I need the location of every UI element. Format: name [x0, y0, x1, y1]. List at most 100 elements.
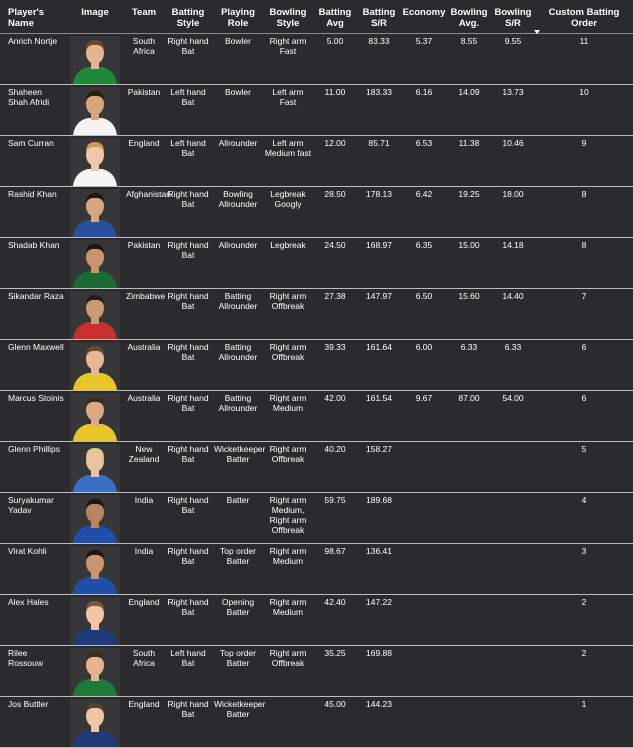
player-image-cell — [65, 390, 125, 442]
batting-sr-cell: 168.97 — [357, 237, 401, 289]
bowling-style-cell: Right arm Medium — [263, 594, 313, 646]
batting-style-cell: Left hand Bat — [163, 84, 213, 136]
bowling-style-cell: Right arm Offbreak — [263, 288, 313, 340]
team-cell: South Africa — [125, 33, 163, 85]
bowling-sr-cell: 10.46 — [491, 135, 535, 187]
col-header-batting-avg[interactable]: Batting Avg — [313, 0, 357, 34]
batting-sr-cell: 189.68 — [357, 492, 401, 544]
batting-avg-cell: 59.75 — [313, 492, 357, 544]
economy-cell — [401, 543, 447, 595]
col-header-custom-batting-order[interactable]: Custom Batting Order — [535, 0, 633, 34]
custom-batting-order-cell: 9 — [535, 135, 633, 187]
custom-batting-order-cell: 3 — [535, 543, 633, 595]
player-name-cell: Sam Curran — [0, 135, 65, 187]
bowling-sr-cell: 14.40 — [491, 288, 535, 340]
player-image-cell — [65, 84, 125, 136]
col-header-bowling-avg[interactable]: Bowling Avg. — [447, 0, 491, 34]
batting-avg-cell: 24.50 — [313, 237, 357, 289]
bowling-avg-cell: 87.00 — [447, 390, 491, 442]
custom-batting-order-cell: 2 — [535, 645, 633, 697]
batting-sr-cell: 169.88 — [357, 645, 401, 697]
player-photo — [70, 699, 120, 747]
team-cell: Australia — [125, 339, 163, 391]
economy-cell: 6.35 — [401, 237, 447, 289]
team-cell: India — [125, 543, 163, 595]
bowling-avg-cell — [447, 543, 491, 595]
table-row: Rilee Rossouw South Africa Left hand Bat To… — [0, 645, 633, 697]
team-cell: Australia — [125, 390, 163, 442]
custom-batting-order-cell: 7 — [535, 288, 633, 340]
player-name-cell: Shadab Khan — [0, 237, 65, 289]
player-image-cell — [65, 441, 125, 493]
player-image-cell — [65, 492, 125, 544]
col-header-playing-role[interactable]: Playing Role — [213, 0, 263, 34]
player-photo — [70, 393, 120, 441]
bowling-sr-cell: 9.55 — [491, 33, 535, 85]
sort-descending-icon[interactable] — [534, 30, 540, 34]
playing-role-cell: Allrounder — [213, 237, 263, 289]
col-header-batting-style[interactable]: Batting Style — [163, 0, 213, 34]
playing-role-cell: Top order Batter — [213, 645, 263, 697]
player-photo — [70, 444, 120, 492]
table-row: Shaheen Shah Afridi Pakistan Left hand Bat… — [0, 84, 633, 136]
batting-sr-cell: 83.33 — [357, 33, 401, 85]
playing-role-cell: Bowler — [213, 33, 263, 85]
table-row: Jos Buttler England Right hand Bat Wicketke… — [0, 696, 633, 748]
bowling-sr-cell — [491, 492, 535, 544]
team-cell: India — [125, 492, 163, 544]
batting-style-cell: Right hand Bat — [163, 441, 213, 493]
bowling-sr-cell — [491, 645, 535, 697]
bowling-sr-cell — [491, 696, 535, 748]
player-image-cell — [65, 339, 125, 391]
batting-avg-cell: 11.00 — [313, 84, 357, 136]
bowling-avg-cell — [447, 696, 491, 748]
bowling-style-cell: Right arm Medium, Right arm Offbreak — [263, 492, 313, 544]
batting-sr-cell: 161.54 — [357, 390, 401, 442]
bowling-style-cell: Right arm Fast — [263, 33, 313, 85]
bowling-avg-cell — [447, 645, 491, 697]
batting-style-cell: Right hand Bat — [163, 288, 213, 340]
playing-role-cell: Batting Allrounder — [213, 288, 263, 340]
player-name-cell: Rashid Khan — [0, 186, 65, 238]
player-photo — [70, 495, 120, 543]
custom-batting-order-cell: 1 — [535, 696, 633, 748]
team-cell: England — [125, 135, 163, 187]
player-photo — [70, 240, 120, 288]
player-name-cell: Suryakumar Yadav — [0, 492, 65, 544]
bowling-avg-cell: 11.38 — [447, 135, 491, 187]
batting-style-cell: Right hand Bat — [163, 237, 213, 289]
player-name-cell: Anrich Nortje — [0, 33, 65, 85]
player-image-cell — [65, 186, 125, 238]
col-header-name[interactable]: Player's Name — [0, 0, 65, 34]
col-header-batting-sr[interactable]: Batting S/R — [357, 0, 401, 34]
batting-style-cell: Right hand Bat — [163, 390, 213, 442]
col-header-team[interactable]: Team — [125, 0, 163, 34]
col-header-bowling-style[interactable]: Bowling Style — [263, 0, 313, 34]
col-header-economy[interactable]: Economy — [401, 0, 447, 34]
batting-sr-cell: 147.22 — [357, 594, 401, 646]
custom-batting-order-cell: 2 — [535, 594, 633, 646]
bowling-style-cell: Right arm Medium — [263, 390, 313, 442]
batting-style-cell: Left hand Bat — [163, 135, 213, 187]
batting-sr-cell: 136.41 — [357, 543, 401, 595]
playing-role-cell: Batting Allrounder — [213, 339, 263, 391]
bowling-sr-cell: 13.73 — [491, 84, 535, 136]
team-cell: South Africa — [125, 645, 163, 697]
custom-batting-order-cell: 6 — [535, 339, 633, 391]
player-photo — [70, 546, 120, 594]
table-row: Rashid Khan Afghanistan Right hand Bat Bowl… — [0, 186, 633, 238]
table-row: Alex Hales England Right hand Bat Opening B… — [0, 594, 633, 646]
batting-style-cell: Right hand Bat — [163, 696, 213, 748]
bowling-style-cell: Legbreak — [263, 237, 313, 289]
col-header-image[interactable]: Image — [65, 0, 125, 34]
team-cell: New Zealand — [125, 441, 163, 493]
batting-avg-cell: 35.25 — [313, 645, 357, 697]
bowling-avg-cell — [447, 594, 491, 646]
player-photo — [70, 138, 120, 186]
batting-sr-cell: 178.13 — [357, 186, 401, 238]
col-header-bowling-sr[interactable]: Bowling S/R — [491, 0, 535, 34]
bowling-style-cell: Right arm Medium — [263, 543, 313, 595]
player-name-cell: Glenn Phillips — [0, 441, 65, 493]
team-cell: Afghanistan — [125, 186, 171, 238]
bowling-avg-cell: 8.55 — [447, 33, 491, 85]
